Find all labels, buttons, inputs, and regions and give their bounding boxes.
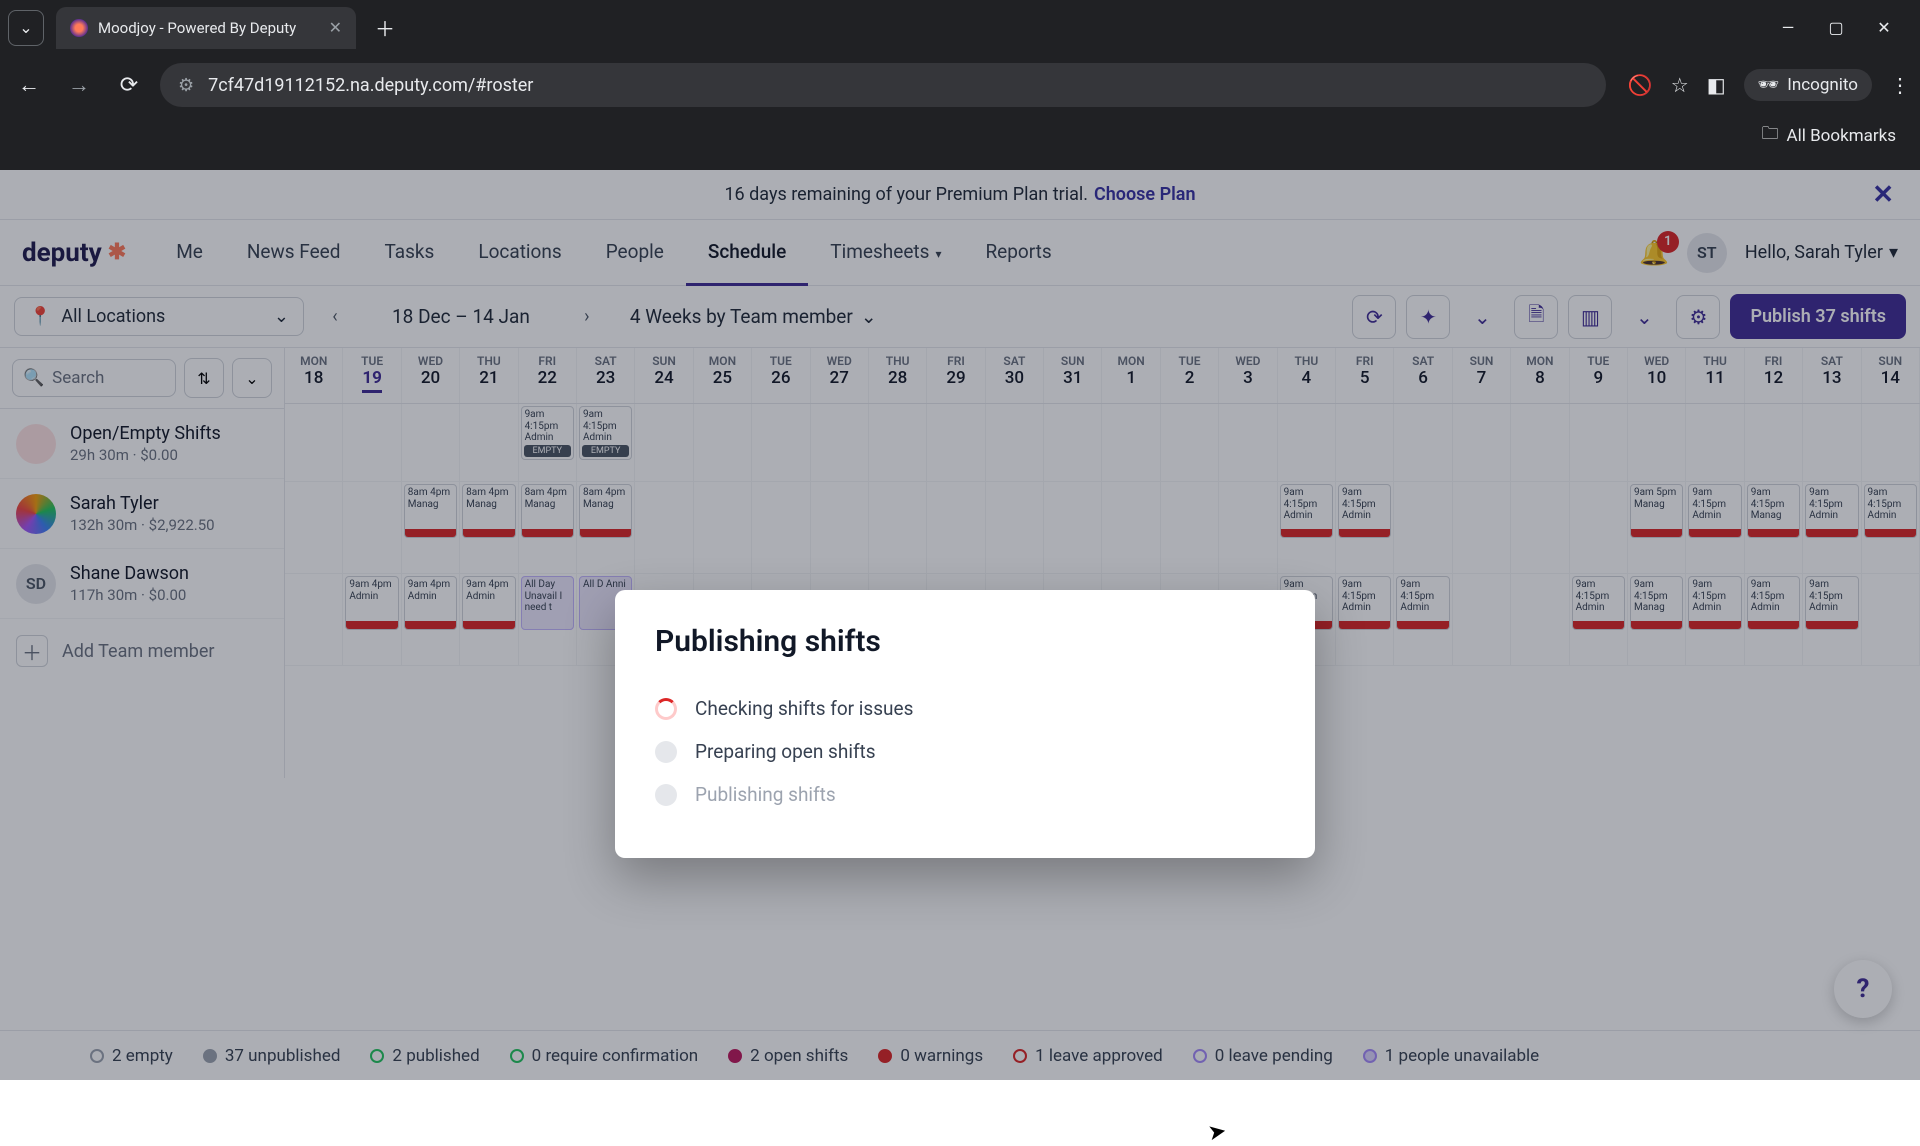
circle-icon bbox=[655, 784, 677, 806]
publishing-modal: Publishing shifts Checking shifts for is… bbox=[615, 590, 1315, 858]
all-bookmarks-label: All Bookmarks bbox=[1787, 126, 1896, 146]
new-tab-button[interactable]: ＋ bbox=[368, 11, 402, 45]
bookmarks-bar: 🗀 All Bookmarks bbox=[0, 115, 1920, 160]
eye-off-icon[interactable]: 🚫 bbox=[1628, 73, 1653, 97]
site-info-icon[interactable]: ⚙ bbox=[178, 75, 194, 96]
tab-bar: ⌄ Moodjoy - Powered By Deputy ✕ ＋ — ▢ ✕ bbox=[0, 0, 1920, 55]
incognito-indicator[interactable]: 🕶 Incognito bbox=[1744, 69, 1872, 101]
minimize-button[interactable]: — bbox=[1778, 18, 1798, 37]
bookmark-star-icon[interactable]: ☆ bbox=[1671, 73, 1689, 97]
kebab-menu-icon[interactable]: ⋮ bbox=[1890, 73, 1910, 97]
modal-title: Publishing shifts bbox=[655, 624, 1275, 659]
browser-tab[interactable]: Moodjoy - Powered By Deputy ✕ bbox=[56, 7, 356, 49]
forward-button[interactable]: → bbox=[60, 66, 98, 104]
circle-icon bbox=[655, 741, 677, 763]
address-bar-actions: 🚫 ☆ ◧ 🕶 Incognito ⋮ bbox=[1628, 69, 1910, 101]
folder-icon: 🗀 bbox=[1762, 121, 1779, 150]
incognito-label: Incognito bbox=[1787, 75, 1858, 95]
all-bookmarks-button[interactable]: 🗀 All Bookmarks bbox=[1762, 121, 1896, 150]
browser-chrome: ⌄ Moodjoy - Powered By Deputy ✕ ＋ — ▢ ✕ … bbox=[0, 0, 1920, 170]
panel-icon[interactable]: ◧ bbox=[1707, 73, 1726, 97]
tab-title: Moodjoy - Powered By Deputy bbox=[98, 19, 319, 37]
tab-search-button[interactable]: ⌄ bbox=[8, 10, 44, 46]
modal-step: Publishing shifts bbox=[655, 773, 1275, 816]
mouse-cursor-icon: ➤ bbox=[1206, 1119, 1228, 1146]
spinner-icon bbox=[655, 698, 677, 720]
close-icon[interactable]: ✕ bbox=[329, 18, 342, 37]
url-text: 7cf47d19112152.na.deputy.com/#roster bbox=[208, 75, 1588, 96]
step-label: Publishing shifts bbox=[695, 783, 836, 806]
close-window-button[interactable]: ✕ bbox=[1874, 18, 1894, 37]
modal-step: Preparing open shifts bbox=[655, 730, 1275, 773]
reload-button[interactable]: ⟳ bbox=[110, 66, 148, 104]
chevron-down-icon: ⌄ bbox=[19, 18, 32, 37]
favicon-icon bbox=[70, 19, 88, 37]
back-button[interactable]: ← bbox=[10, 66, 48, 104]
step-label: Checking shifts for issues bbox=[695, 697, 913, 720]
incognito-icon: 🕶 bbox=[1758, 75, 1780, 95]
address-bar: ← → ⟳ ⚙ 7cf47d19112152.na.deputy.com/#ro… bbox=[0, 55, 1920, 115]
maximize-button[interactable]: ▢ bbox=[1826, 18, 1846, 37]
window-controls: — ▢ ✕ bbox=[1778, 18, 1912, 37]
url-field[interactable]: ⚙ 7cf47d19112152.na.deputy.com/#roster bbox=[160, 63, 1606, 107]
app: 16 days remaining of your Premium Plan t… bbox=[0, 170, 1920, 1080]
step-label: Preparing open shifts bbox=[695, 740, 876, 763]
modal-step: Checking shifts for issues bbox=[655, 687, 1275, 730]
